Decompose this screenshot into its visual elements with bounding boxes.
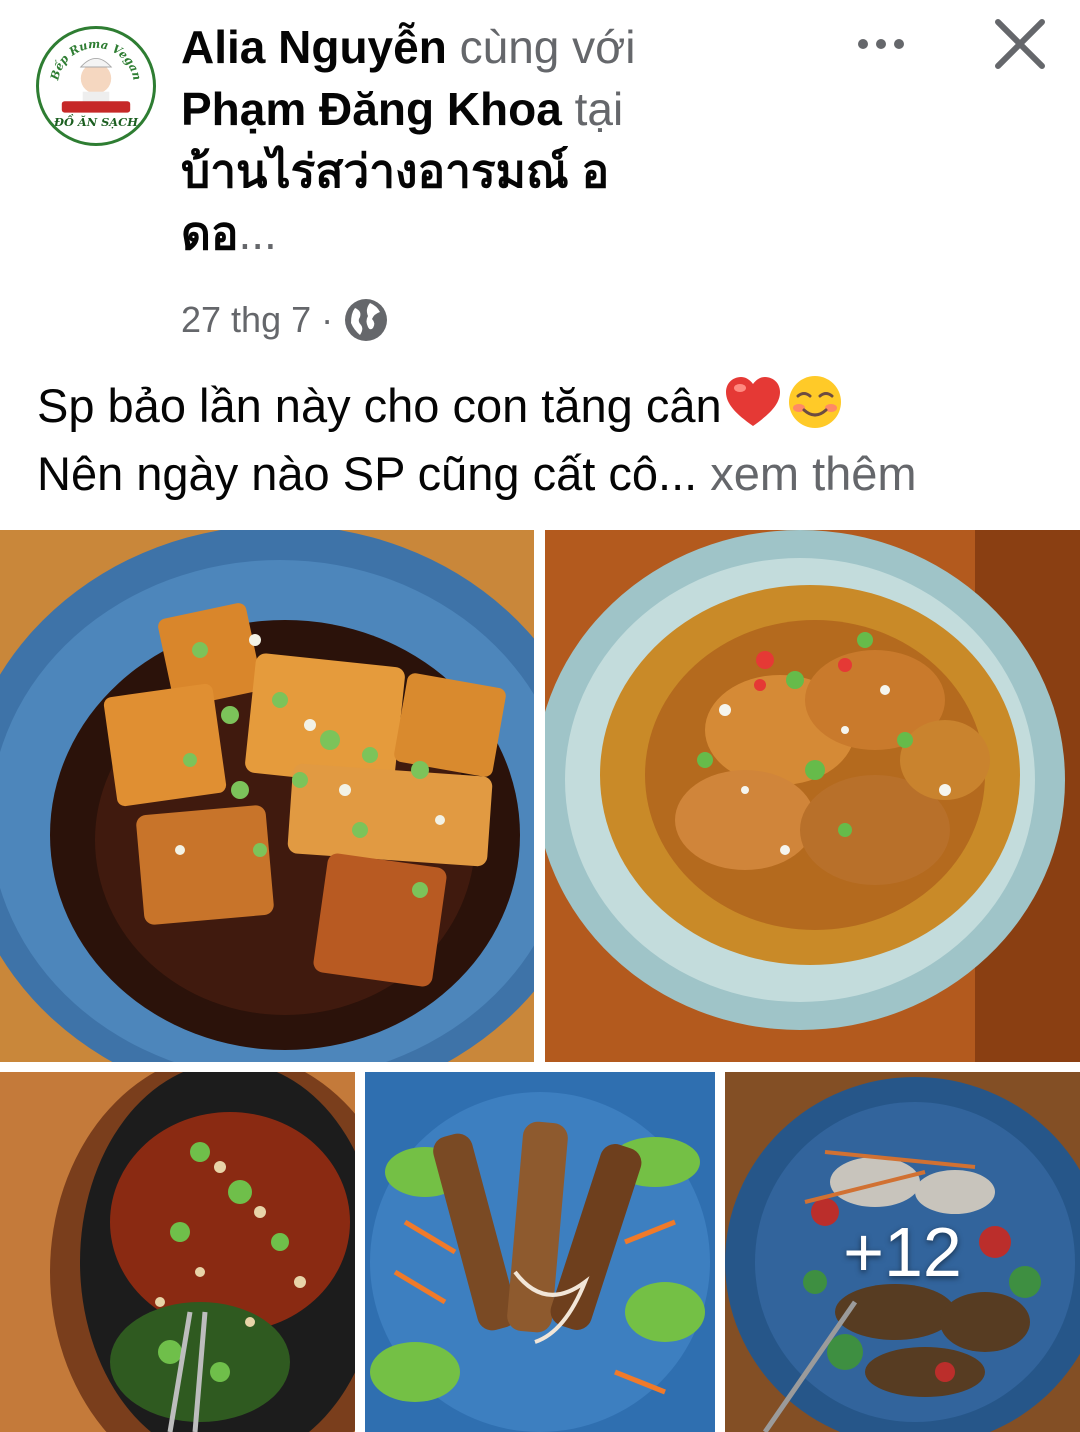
photo-mushroom-salad[interactable]: +12	[725, 1072, 1080, 1432]
caption-line-1: Sp bảo lần này cho con tăng cân	[37, 379, 722, 432]
more-options-icon[interactable]	[846, 24, 916, 64]
more-photos-count[interactable]: +12	[725, 1072, 1080, 1432]
photo-sesame-dish[interactable]	[545, 530, 1080, 1062]
tagged-name[interactable]: Phạm Đăng Khoa	[181, 83, 562, 135]
post-caption: Sp bảo lần này cho con tăng cân Nên ngày…	[37, 372, 1057, 508]
photo-grid: +12	[0, 530, 1080, 1432]
caption-line-2: Nên ngày nào SP cũng cất cô...	[37, 447, 698, 500]
red-heart-icon	[725, 377, 780, 426]
close-icon[interactable]	[990, 14, 1050, 74]
globe-icon[interactable]	[343, 297, 389, 343]
logo-bottom-text: ĐỒ ĂN SẠCH	[53, 113, 139, 129]
photo-sizzling-plate[interactable]	[0, 1072, 355, 1432]
bep-ruma-logo: Bếp Ruma Vegan ĐỒ ĂN SẠCH	[44, 34, 148, 138]
location-line-2[interactable]: ดอ	[181, 207, 239, 259]
photo-salad-dish[interactable]	[365, 1072, 715, 1432]
post-header: Bếp Ruma Vegan ĐỒ ĂN SẠCH Alia Nguyễn cù…	[0, 0, 1080, 360]
post-title: Alia Nguyễn cùng với Phạm Đăng Khoa tại …	[181, 16, 741, 264]
location-line-1[interactable]: บ้านไร่สว่างอารมณ์ อ	[181, 145, 609, 197]
photo-tofu-dish[interactable]	[0, 530, 534, 1062]
see-more-link[interactable]: xem thêm	[710, 447, 916, 500]
at-word: tại	[574, 83, 624, 135]
post-date[interactable]: 27 thg 7	[181, 299, 311, 341]
meta-separator: ·	[321, 299, 334, 340]
author-name[interactable]: Alia Nguyễn	[181, 21, 447, 73]
page-avatar[interactable]: Bếp Ruma Vegan ĐỒ ĂN SẠCH	[36, 26, 156, 146]
smiling-face-icon	[788, 376, 841, 428]
with-word: cùng với	[459, 21, 636, 73]
location-ellipsis: ...	[238, 207, 277, 259]
post-meta: 27 thg 7 ·	[181, 290, 389, 350]
